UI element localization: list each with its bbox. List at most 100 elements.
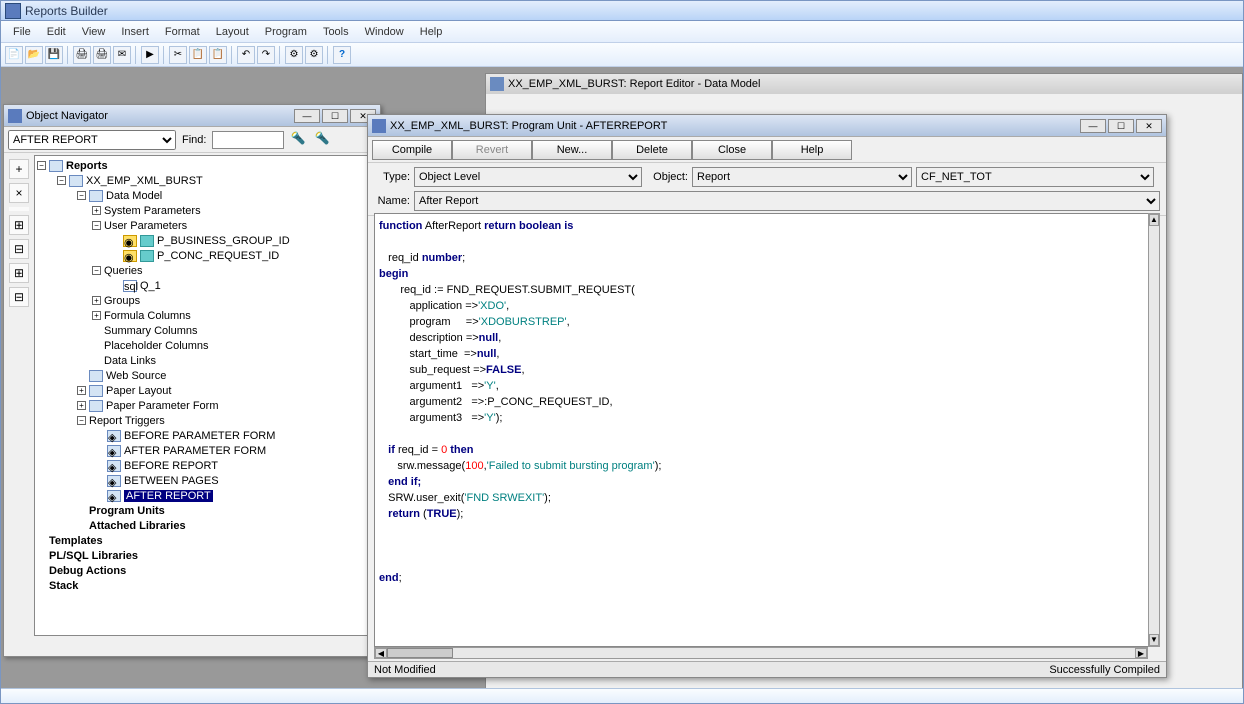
scroll-up-icon[interactable]: ▲ (1149, 214, 1159, 226)
new-icon[interactable]: 📄 (5, 46, 23, 64)
paste-icon[interactable]: 📋 (209, 46, 227, 64)
remove-icon[interactable]: × (9, 183, 29, 203)
mail-icon[interactable]: ✉ (113, 46, 131, 64)
menu-tools[interactable]: Tools (315, 24, 357, 40)
tree-trigger-5-selected[interactable]: AFTER REPORT (124, 490, 213, 502)
scroll-left-icon[interactable]: ◀ (375, 648, 387, 658)
new-button[interactable]: New... (532, 140, 612, 160)
menu-program[interactable]: Program (257, 24, 315, 40)
tree-trigger-4[interactable]: BETWEEN PAGES (124, 475, 219, 487)
tree-triggers[interactable]: Report Triggers (89, 415, 165, 427)
compile-button[interactable]: Compile (372, 140, 452, 160)
nav-titlebar[interactable]: Object Navigator — ☐ ✕ (4, 105, 380, 127)
expand-all-icon[interactable]: ⊞ (9, 263, 29, 283)
tool2-icon[interactable]: ⚙ (305, 46, 323, 64)
expand-toggle[interactable]: + (77, 401, 86, 410)
tree-debug-actions[interactable]: Debug Actions (49, 565, 126, 577)
tree-formula[interactable]: Formula Columns (104, 310, 191, 322)
find-prev-icon[interactable]: 🔦 (290, 131, 308, 149)
tree-p1[interactable]: P_BUSINESS_GROUP_ID (157, 235, 290, 247)
code-editor[interactable]: function AfterReport return boolean is r… (374, 213, 1160, 647)
close-button[interactable]: Close (692, 140, 772, 160)
redo-icon[interactable]: ↷ (257, 46, 275, 64)
tree-queries[interactable]: Queries (104, 265, 143, 277)
tree-trigger-1[interactable]: BEFORE PARAMETER FORM (124, 430, 275, 442)
copy-icon[interactable]: 📋 (189, 46, 207, 64)
add-icon[interactable]: + (9, 159, 29, 179)
minimize-icon[interactable]: — (294, 109, 320, 123)
find-input[interactable] (212, 131, 284, 149)
object-dropdown[interactable]: Report (692, 167, 912, 187)
tree-trigger-2[interactable]: AFTER PARAMETER FORM (124, 445, 266, 457)
tree-sys-params[interactable]: System Parameters (104, 205, 201, 217)
menu-window[interactable]: Window (357, 24, 412, 40)
expand-toggle[interactable]: + (92, 206, 101, 215)
pu-titlebar[interactable]: XX_EMP_XML_BURST: Program Unit - AFTERRE… (368, 115, 1166, 137)
minimize-icon[interactable]: — (1080, 119, 1106, 133)
expand-toggle[interactable]: + (92, 296, 101, 305)
tree-plsql-libs[interactable]: PL/SQL Libraries (49, 550, 138, 562)
help-icon[interactable]: ? (333, 46, 351, 64)
name-dropdown[interactable]: After Report (414, 191, 1160, 211)
scroll-right-icon[interactable]: ▶ (1135, 648, 1147, 658)
vertical-scrollbar[interactable]: ▲ ▼ (1148, 213, 1160, 647)
cut-icon[interactable]: ✂ (169, 46, 187, 64)
expand-toggle[interactable]: + (92, 311, 101, 320)
navigator-tree[interactable]: −Reports −XX_EMP_XML_BURST −Data Model +… (34, 155, 376, 636)
menu-insert[interactable]: Insert (113, 24, 157, 40)
tree-p2[interactable]: P_CONC_REQUEST_ID (157, 250, 279, 262)
cf-dropdown[interactable]: CF_NET_TOT (916, 167, 1154, 187)
expand-toggle[interactable]: − (77, 416, 86, 425)
dm-titlebar[interactable]: XX_EMP_XML_BURST: Report Editor - Data M… (486, 74, 1242, 94)
close-icon[interactable]: ✕ (1136, 119, 1162, 133)
collapse-all-icon[interactable]: ⊟ (9, 287, 29, 307)
scroll-thumb[interactable] (387, 648, 453, 658)
undo-icon[interactable]: ↶ (237, 46, 255, 64)
menu-edit[interactable]: Edit (39, 24, 74, 40)
tree-report-name[interactable]: XX_EMP_XML_BURST (86, 175, 203, 187)
scroll-down-icon[interactable]: ▼ (1149, 634, 1159, 646)
expand-toggle[interactable]: − (37, 161, 46, 170)
maximize-icon[interactable]: ☐ (322, 109, 348, 123)
tree-program-units[interactable]: Program Units (89, 505, 165, 517)
menu-format[interactable]: Format (157, 24, 208, 40)
menu-layout[interactable]: Layout (208, 24, 257, 40)
expand-toggle[interactable]: − (77, 191, 86, 200)
menu-help[interactable]: Help (412, 24, 451, 40)
tree-placeholder[interactable]: Placeholder Columns (104, 340, 209, 352)
save-icon[interactable]: 💾 (45, 46, 63, 64)
open-icon[interactable]: 📂 (25, 46, 43, 64)
tree-user-params[interactable]: User Parameters (104, 220, 187, 232)
tree-attached-libs[interactable]: Attached Libraries (89, 520, 186, 532)
tree-groups[interactable]: Groups (104, 295, 140, 307)
tree-datalinks[interactable]: Data Links (104, 355, 156, 367)
expand-toggle[interactable]: + (77, 386, 86, 395)
tree-templates[interactable]: Templates (49, 535, 103, 547)
tree-q1[interactable]: Q_1 (140, 280, 161, 292)
revert-button[interactable]: Revert (452, 140, 532, 160)
tree-trigger-3[interactable]: BEFORE REPORT (124, 460, 218, 472)
collapse-icon[interactable]: ⊟ (9, 239, 29, 259)
print-icon[interactable]: 🖨 (73, 46, 91, 64)
tree-stack[interactable]: Stack (49, 580, 78, 592)
nav-context-dropdown[interactable]: AFTER REPORT (8, 130, 176, 150)
tree-summary[interactable]: Summary Columns (104, 325, 198, 337)
maximize-icon[interactable]: ☐ (1108, 119, 1134, 133)
menu-file[interactable]: File (5, 24, 39, 40)
help-button[interactable]: Help (772, 140, 852, 160)
print2-icon[interactable]: 🖨 (93, 46, 111, 64)
delete-button[interactable]: Delete (612, 140, 692, 160)
tool1-icon[interactable]: ⚙ (285, 46, 303, 64)
run-icon[interactable]: ▶ (141, 46, 159, 64)
find-next-icon[interactable]: 🔦 (314, 131, 332, 149)
tree-web-source[interactable]: Web Source (106, 370, 166, 382)
horizontal-scrollbar[interactable]: ◀ ▶ (374, 647, 1148, 659)
tree-paper-param[interactable]: Paper Parameter Form (106, 400, 218, 412)
type-dropdown[interactable]: Object Level (414, 167, 642, 187)
tree-data-model[interactable]: Data Model (106, 190, 162, 202)
expand-icon[interactable]: ⊞ (9, 215, 29, 235)
expand-toggle[interactable]: − (92, 221, 101, 230)
tree-paper-layout[interactable]: Paper Layout (106, 385, 171, 397)
tree-reports[interactable]: Reports (66, 160, 108, 172)
menu-view[interactable]: View (74, 24, 114, 40)
